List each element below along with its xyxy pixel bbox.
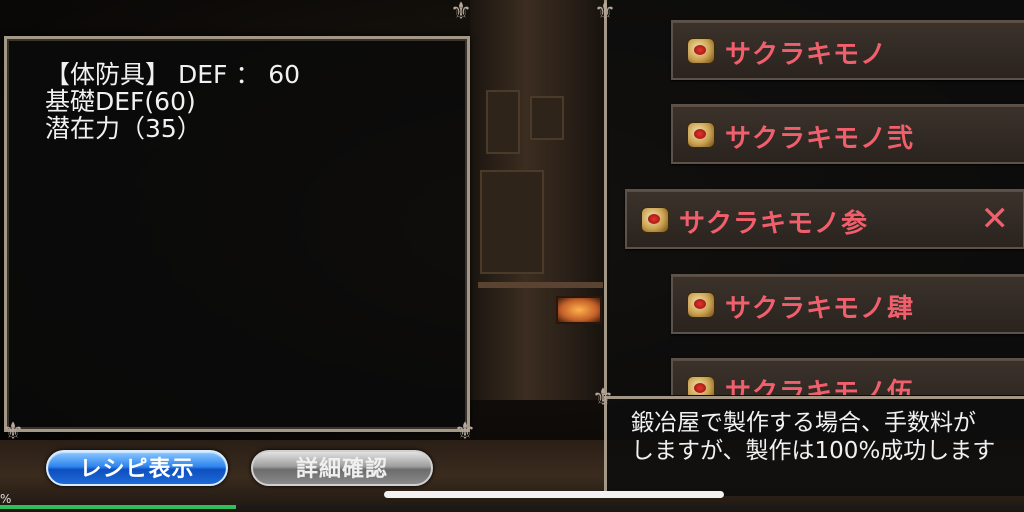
item-potential-line: 潜在力（35） [45,114,202,143]
list-item-label: サクラキモノ参 [679,209,869,239]
crest-icon [687,292,715,318]
list-item-sakura-kimono-2[interactable]: サクラキモノ弐 [671,104,1024,164]
ornament-icon: ⚜ [454,417,476,445]
background-shelf [478,282,603,288]
details-confirm-button[interactable]: 詳細確認 [251,450,433,486]
recipe-list-panel: サクラキモノ サクラキモノ弐 サクラキモノ参 ✕ サクラキモノ肆 サクラキモノ伍 [604,0,1024,395]
ornament-icon: ⚜ [2,417,24,445]
close-icon[interactable]: ✕ [981,199,1010,239]
crest-icon [687,376,715,395]
crest-icon [687,122,715,148]
item-base-def-line: 基礎DEF(60) [45,87,196,116]
home-indicator[interactable] [384,491,724,498]
progress-fill [0,505,236,509]
item-stat-line: 【体防具】 DEF ： 60 [45,60,301,89]
list-item-label: サクラキモノ肆 [725,294,915,324]
list-item-label: サクラキモノ弐 [725,124,915,154]
background-cabinet [530,96,564,140]
game-screen: 【体防具】 DEF ： 60 基礎DEF(60) 潜在力（35） ⚜ ⚜ ⚜ サ… [0,0,1024,512]
list-item-label: サクラキモノ伍 [725,378,915,395]
progress-bar [0,505,1024,509]
background-cabinet [486,90,520,154]
message-panel: 鍛冶屋で製作する場合、手数料が しますが、製作は100%成功します [604,396,1024,496]
item-stats: 【体防具】 DEF ： 60 基礎DEF(60) 潜在力（35） [45,61,300,142]
list-item-sakura-kimono-5[interactable]: サクラキモノ伍 [671,358,1024,395]
list-item-sakura-kimono-3-selected[interactable]: サクラキモノ参 ✕ [625,189,1024,249]
list-item-label: サクラキモノ [725,40,888,70]
item-info-panel: 【体防具】 DEF ： 60 基礎DEF(60) 潜在力（35） [4,36,470,432]
list-item-sakura-kimono-4[interactable]: サクラキモノ肆 [671,274,1024,334]
background-furnace [480,170,544,274]
crest-icon [687,38,715,64]
message-line: しますが、製作は100%成功します [631,438,996,464]
list-item-sakura-kimono[interactable]: サクラキモノ [671,20,1024,80]
message-line: 鍛冶屋で製作する場合、手数料が [631,410,976,436]
message-text: 鍛冶屋で製作する場合、手数料が しますが、製作は100%成功します [631,409,1024,465]
progress-label: % [0,492,12,506]
recipe-display-button[interactable]: レシピ表示 [46,450,228,486]
crest-icon [641,207,669,233]
background-lamp [556,296,602,324]
ornament-icon: ⚜ [592,383,614,411]
ornament-icon: ⚜ [594,0,616,25]
ornament-icon: ⚜ [450,0,472,25]
